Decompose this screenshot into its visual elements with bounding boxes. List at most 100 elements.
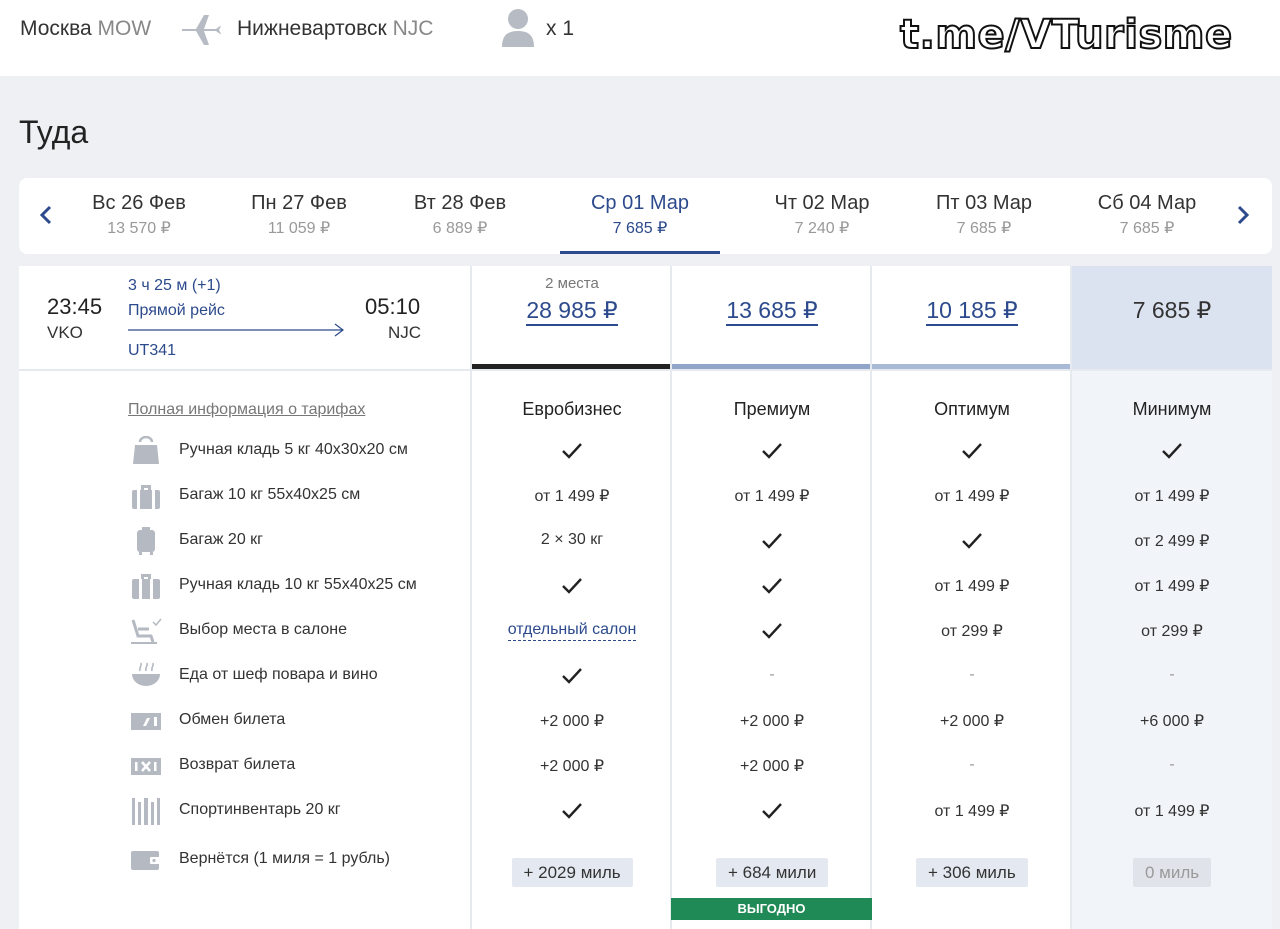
feature-label: Вернётся (1 миля = 1 рубль) — [179, 850, 390, 867]
date-tab[interactable]: Вт 28 Фев 6 889 ₽ — [380, 178, 540, 254]
chevron-right-icon[interactable] — [1231, 202, 1255, 228]
wallet-icon — [131, 851, 161, 870]
feature-value: от 2 499 ₽ — [1134, 533, 1210, 550]
flight-duration: 3 ч 25 м (+1) — [128, 277, 221, 294]
feature-value: - — [1169, 756, 1175, 773]
date-price: 7 685 ₽ — [956, 220, 1012, 237]
destination-city-name: Нижневартовск — [237, 17, 387, 40]
checkmark-icon — [472, 667, 672, 690]
feature-label: Еда от шеф повара и вино — [179, 666, 378, 683]
flight-type: Прямой рейс — [128, 302, 225, 319]
date-label: Вт 28 Фев — [413, 192, 507, 214]
date-tab[interactable]: Сб 04 Мар 7 685 ₽ — [1067, 178, 1227, 254]
tariff-name: Премиум — [733, 399, 811, 419]
fare-price-cell[interactable]: 7 685 ₽ — [1072, 266, 1272, 369]
checkmark-icon — [672, 532, 872, 555]
watermark: t.me/VTurisme — [899, 11, 1233, 59]
fare-price: 13 685 ₽ — [672, 297, 872, 326]
departure-airport: VKO — [47, 323, 83, 342]
checkmark-icon — [472, 442, 672, 465]
handbag-icon — [133, 436, 159, 464]
date-label: Вс 26 Фев — [92, 192, 186, 214]
date-label: Ср 01 Мар — [590, 192, 690, 214]
date-price: 7 685 ₽ — [612, 220, 668, 237]
tariff-name: Оптимум — [934, 399, 1010, 419]
miles-badge: 0 миль — [1133, 858, 1212, 887]
date-tab[interactable]: Чт 02 Мар 7 240 ₽ — [742, 178, 902, 254]
feature-value: - — [1169, 666, 1175, 683]
feature-value: от 1 499 ₽ — [934, 803, 1010, 820]
feature-label: Багаж 20 кг — [179, 531, 264, 548]
feature-label: Багаж 10 кг 55х40х25 см — [179, 486, 361, 503]
fare-price-cell[interactable]: 2 места 28 985 ₽ — [472, 266, 672, 369]
feature-value: - — [769, 666, 775, 683]
suitcase-icon — [132, 485, 160, 509]
miles-badge: + 2029 миль — [511, 858, 633, 887]
miles-badge: + 306 миль — [916, 858, 1028, 887]
feature-value: от 1 499 ₽ — [934, 578, 1010, 595]
fare-color-bar — [672, 364, 870, 369]
feature-label: Ручная кладь 5 кг 40х30х20 см — [179, 441, 408, 458]
feature-value: +2 000 ₽ — [539, 713, 604, 730]
origin-city[interactable]: Москва MOW — [20, 17, 151, 41]
feature-value: от 1 499 ₽ — [534, 488, 610, 505]
checkmark-icon — [672, 577, 872, 600]
date-price: 7 240 ₽ — [794, 220, 850, 237]
tariff-name: Минимум — [1132, 399, 1212, 419]
flight-card: 23:45 VKO 3 ч 25 м (+1) Прямой рейс UT34… — [19, 266, 1272, 929]
route-arrow-icon — [128, 323, 344, 337]
feature-value: - — [969, 666, 975, 683]
feature-value: - — [969, 756, 975, 773]
full-fare-info-link[interactable]: Полная информация о тарифах — [128, 401, 365, 419]
checkmark-icon — [672, 802, 872, 825]
seats-left: 2 места — [545, 275, 599, 292]
checkmark-icon — [1072, 442, 1272, 465]
plane-icon — [182, 15, 221, 45]
feature-value: +2 000 ₽ — [539, 758, 604, 775]
feature-label: Обмен билета — [179, 711, 286, 728]
feature-value: 2 × 30 кг — [540, 531, 604, 548]
origin-code: MOW — [97, 17, 152, 40]
feature-value: от 1 499 ₽ — [1134, 488, 1210, 505]
destination-code: NJC — [392, 17, 434, 40]
feature-value: +6 000 ₽ — [1139, 713, 1204, 730]
fare-price-cell[interactable]: 13 685 ₽ — [672, 266, 872, 369]
date-tab[interactable]: Пн 27 Фев 11 059 ₽ — [219, 178, 379, 254]
feature-value[interactable]: отдельный салон — [472, 621, 672, 641]
date-price: 7 685 ₽ — [1119, 220, 1175, 237]
fare-price-cell[interactable]: 10 185 ₽ — [872, 266, 1072, 369]
feature-value: +2 000 ₽ — [939, 713, 1004, 730]
feature-value: от 1 499 ₽ — [1134, 578, 1210, 595]
checkmark-icon — [472, 802, 672, 825]
top-bar: Москва MOW Нижневартовск NJC x 1 t.me/VT… — [0, 0, 1280, 76]
section-title: Туда — [19, 114, 89, 150]
destination-city[interactable]: Нижневартовск NJC — [237, 17, 433, 41]
checkmark-icon — [872, 442, 1072, 465]
passenger-count[interactable]: x 1 — [546, 17, 574, 41]
date-tab[interactable]: Вс 26 Фев 13 570 ₽ — [59, 178, 219, 254]
origin-city-name: Москва — [20, 17, 92, 40]
fare-color-bar — [472, 364, 670, 369]
date-price: 11 059 ₽ — [267, 220, 331, 237]
passenger-icon — [502, 9, 534, 47]
feature-value: от 1 499 ₽ — [734, 488, 810, 505]
flight-number[interactable]: UT341 — [128, 342, 176, 360]
ticket-exchange-icon — [131, 713, 161, 730]
arrival-airport: NJC — [388, 323, 422, 342]
fare-price: 10 185 ₽ — [872, 297, 1072, 326]
header-divider — [19, 369, 1272, 371]
date-tab[interactable]: Пт 03 Мар 7 685 ₽ — [904, 178, 1064, 254]
departure-time: 23:45 — [47, 294, 103, 319]
date-label: Пт 03 Мар — [935, 192, 1033, 214]
checkmark-icon — [672, 442, 872, 465]
date-label: Сб 04 Мар — [1097, 192, 1197, 214]
date-selector: Вс 26 Фев 13 570 ₽ Пн 27 Фев 11 059 ₽ Вт 28 … — [19, 178, 1272, 254]
miles-badge: + 684 мили — [716, 858, 829, 887]
date-label: Чт 02 Мар — [774, 192, 870, 214]
meal-icon — [132, 662, 160, 686]
checkmark-icon — [472, 577, 672, 600]
date-tab[interactable]: Ср 01 Мар 7 685 ₽ — [560, 178, 720, 254]
chevron-left-icon[interactable] — [34, 202, 58, 228]
ticket-refund-icon — [131, 758, 161, 775]
feature-label: Спортинвентарь 20 кг — [179, 801, 341, 818]
